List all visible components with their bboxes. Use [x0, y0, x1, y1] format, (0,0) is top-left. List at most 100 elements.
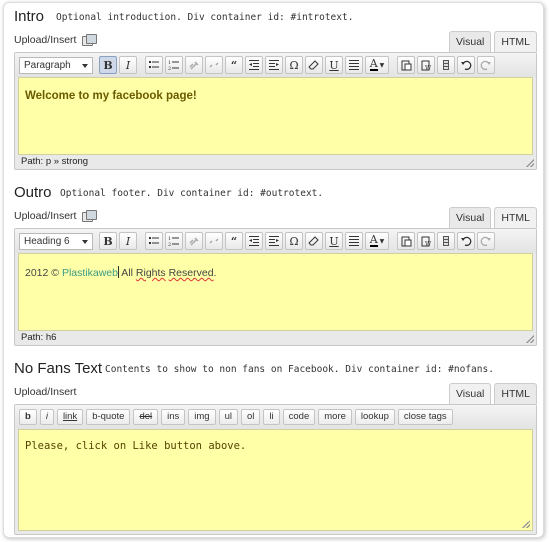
italic-button[interactable]: I: [119, 232, 137, 250]
qt-li-button[interactable]: li: [263, 409, 280, 425]
indent-icon[interactable]: [265, 232, 283, 250]
upload-insert[interactable]: Upload/Insert: [14, 34, 98, 46]
nofans-title: No Fans Text: [14, 360, 103, 377]
outdent-icon[interactable]: [245, 232, 263, 250]
paste-text-icon[interactable]: [397, 56, 415, 74]
qt-lookup-button[interactable]: lookup: [354, 409, 395, 425]
editor-path-bar: Path: h6: [15, 331, 536, 345]
media-icon[interactable]: [437, 232, 455, 250]
tab-visual[interactable]: Visual: [448, 207, 492, 228]
outro-description: Optional footer. Div container id: #outr…: [60, 188, 324, 199]
bold-button[interactable]: B: [99, 56, 117, 74]
bullet-list-icon[interactable]: [145, 232, 163, 250]
intro-editor: Paragraph B I 12 “ Ω U A ▼ W Welcome to …: [14, 52, 537, 170]
qt-blockquote-button[interactable]: b-quote: [86, 409, 131, 425]
qt-close-tags-button[interactable]: close tags: [397, 409, 453, 425]
media-icon[interactable]: [437, 56, 455, 74]
resize-handle-icon[interactable]: [526, 159, 534, 167]
bullet-list-icon[interactable]: [145, 56, 163, 74]
eraser-icon[interactable]: [305, 56, 323, 74]
svg-text:W: W: [425, 65, 432, 71]
text-color-icon[interactable]: A ▼: [365, 56, 389, 74]
justify-icon[interactable]: [345, 232, 363, 250]
upload-insert-label[interactable]: Upload/Insert: [14, 34, 76, 46]
add-media-icon[interactable]: [82, 210, 98, 222]
paste-word-icon[interactable]: W: [417, 56, 435, 74]
blockquote-icon[interactable]: “: [225, 56, 243, 74]
italic-button[interactable]: I: [119, 56, 137, 74]
undo-icon[interactable]: [457, 56, 475, 74]
paste-word-icon[interactable]: W: [417, 232, 435, 250]
qt-ol-button[interactable]: ol: [241, 409, 261, 425]
outro-content-area[interactable]: 2012 © Plastikaweb All Rights Reserved.: [18, 253, 533, 331]
eraser-icon[interactable]: [305, 232, 323, 250]
qt-ins-button[interactable]: ins: [161, 409, 186, 425]
outro-section: Outro Optional footer. Div container id:…: [14, 184, 537, 346]
nofans-textarea[interactable]: Please, click on Like button above.: [18, 429, 533, 531]
format-select[interactable]: Heading 6: [19, 232, 93, 250]
intro-description: Optional introduction. Div container id:…: [56, 12, 354, 23]
tab-html[interactable]: HTML: [494, 207, 537, 228]
text-color-icon[interactable]: A ▼: [365, 232, 389, 250]
tab-visual[interactable]: Visual: [448, 31, 492, 52]
editor-toolbar: Heading 6 B I 12 “ Ω U A ▼ W: [15, 229, 536, 253]
intro-content-text: Welcome to my facebook page!: [25, 90, 197, 102]
resize-handle-icon[interactable]: [526, 335, 534, 343]
special-char-icon[interactable]: Ω: [285, 56, 303, 74]
plastikaweb-link[interactable]: Plastikaweb: [62, 267, 118, 279]
settings-panel: Intro Optional introduction. Div contain…: [3, 2, 544, 538]
path-value: h6: [45, 332, 57, 343]
underline-button[interactable]: U: [325, 232, 343, 250]
tab-visual[interactable]: Visual: [448, 383, 492, 404]
intro-title: Intro: [14, 8, 45, 25]
outro-content-text: 2012 © Plastikaweb All Rights Reserved.: [25, 266, 217, 279]
underline-button[interactable]: U: [325, 56, 343, 74]
bold-button[interactable]: B: [99, 232, 117, 250]
unlink-icon[interactable]: [205, 232, 223, 250]
special-char-icon[interactable]: Ω: [285, 232, 303, 250]
qt-italic-button[interactable]: i: [39, 409, 54, 425]
undo-icon[interactable]: [457, 232, 475, 250]
intro-section: Intro Optional introduction. Div contain…: [14, 8, 537, 170]
tab-html[interactable]: HTML: [494, 31, 537, 52]
svg-text:2: 2: [168, 242, 171, 247]
paste-text-icon[interactable]: [397, 232, 415, 250]
format-select[interactable]: Paragraph: [19, 56, 93, 74]
editor-toolbar: Paragraph B I 12 “ Ω U A ▼ W: [15, 53, 536, 77]
upload-insert-label[interactable]: Upload/Insert: [14, 386, 76, 398]
qt-img-button[interactable]: img: [188, 409, 216, 425]
intro-content-area[interactable]: Welcome to my facebook page!: [18, 77, 533, 155]
link-icon[interactable]: [185, 56, 203, 74]
redo-icon[interactable]: [477, 232, 495, 250]
indent-icon[interactable]: [265, 56, 283, 74]
qt-more-button[interactable]: more: [318, 409, 352, 425]
justify-icon[interactable]: [345, 56, 363, 74]
editor-path-bar: Path: p » strong: [15, 155, 536, 169]
blockquote-icon[interactable]: “: [225, 232, 243, 250]
nofans-section: No Fans Text Contents to show to non fan…: [14, 360, 537, 535]
upload-insert[interactable]: Upload/Insert: [14, 210, 98, 222]
path-label: Path:: [21, 156, 44, 167]
link-icon[interactable]: [185, 232, 203, 250]
qt-code-button[interactable]: code: [282, 409, 316, 425]
numbered-list-icon[interactable]: 12: [165, 56, 183, 74]
qt-link-button[interactable]: link: [56, 409, 84, 425]
upload-insert[interactable]: Upload/Insert: [14, 386, 76, 398]
outro-title: Outro: [14, 184, 52, 201]
unlink-icon[interactable]: [205, 56, 223, 74]
outdent-icon[interactable]: [245, 56, 263, 74]
path-label: Path:: [21, 332, 44, 343]
redo-icon[interactable]: [477, 56, 495, 74]
resize-handle-icon[interactable]: [522, 520, 530, 528]
nofans-description: Contents to show to non fans on Facebook…: [105, 364, 494, 375]
outro-editor: Heading 6 B I 12 “ Ω U A ▼ W 2012 © Plas…: [14, 228, 537, 346]
qt-ul-button[interactable]: ul: [218, 409, 238, 425]
qt-del-button[interactable]: del: [133, 409, 159, 425]
tab-html[interactable]: HTML: [494, 383, 537, 404]
qt-bold-button[interactable]: b: [19, 409, 37, 425]
add-media-icon[interactable]: [82, 34, 98, 46]
numbered-list-icon[interactable]: 12: [165, 232, 183, 250]
quicktags-toolbar: b i link b-quote del ins img ul ol li co…: [15, 405, 536, 429]
upload-insert-label[interactable]: Upload/Insert: [14, 210, 76, 222]
path-value: p » strong: [45, 156, 89, 167]
